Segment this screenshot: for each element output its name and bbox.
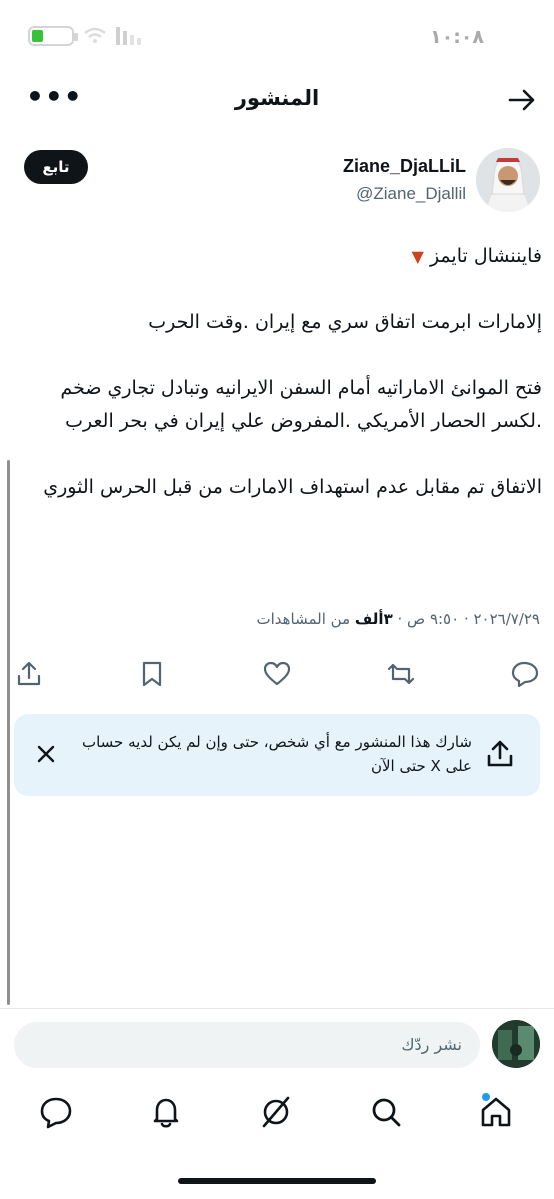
battery-fill	[32, 30, 43, 42]
avatar-image	[476, 148, 540, 212]
notification-dot	[482, 1093, 490, 1101]
bookmark-icon[interactable]	[137, 659, 167, 689]
share-prompt-card[interactable]: شارك هذا المنشور مع أي شخص، حتى وإن لم ي…	[14, 714, 540, 796]
search-icon[interactable]	[368, 1094, 404, 1130]
tweet-date: ٢٠٢٦/٧/٢٩ · ٩:٥٠ ص ·	[392, 610, 540, 628]
avatar[interactable]	[492, 1020, 540, 1068]
avatar[interactable]	[476, 148, 540, 212]
tweet-paragraph: الاتفاق تم مقابل عدم استهداف الامارات من…	[43, 476, 542, 498]
reply-icon[interactable]	[510, 659, 540, 689]
action-bar	[0, 655, 554, 695]
tweet-paragraph: إلامارات ابرمت اتفاق سري مع إيران .وقت ا…	[148, 311, 542, 333]
author-row: Ziane_DjaLLiL @Ziane_Djallil تابع	[0, 144, 554, 224]
tweet-source: فايننشال تايمز	[429, 245, 542, 267]
close-icon[interactable]	[34, 742, 58, 766]
status-bar: ١٠:٠٨	[0, 0, 554, 70]
home-indicator	[178, 1178, 376, 1184]
views-count[interactable]: ٣ألف	[355, 610, 393, 628]
battery-knob	[74, 33, 78, 41]
share-prompt-text: شارك هذا المنشور مع أي شخص، حتى وإن لم ي…	[81, 733, 472, 775]
wifi-icon	[84, 27, 106, 43]
battery-icon	[28, 26, 78, 46]
tab-bar	[0, 1088, 554, 1144]
like-icon[interactable]	[262, 659, 292, 689]
follow-button[interactable]: تابع	[24, 150, 88, 184]
divider	[0, 1008, 554, 1009]
red-triangle-icon: ▼	[411, 247, 424, 266]
tweet-meta: ٢٠٢٦/٧/٢٩ · ٩:٥٠ ص · ٣ألف من المشاهدات	[0, 610, 554, 628]
retweet-icon[interactable]	[386, 659, 416, 689]
signal-icon	[116, 27, 141, 45]
views-label: من المشاهدات	[256, 610, 355, 628]
avatar-image	[492, 1020, 540, 1068]
share-icon[interactable]	[14, 659, 44, 689]
page-title: المنشور	[234, 86, 320, 110]
reply-input[interactable]: نشر ردّك	[14, 1022, 480, 1068]
reply-bar: نشر ردّك	[0, 1018, 554, 1074]
status-left	[28, 26, 144, 46]
scrollbar[interactable]	[7, 460, 10, 1005]
author-handle[interactable]: @Ziane_Djallil	[356, 184, 466, 204]
grok-icon[interactable]	[258, 1094, 294, 1130]
notifications-icon[interactable]	[148, 1094, 184, 1130]
arrow-right-icon[interactable]	[506, 84, 538, 116]
nav-bar: ••• المنشور	[0, 78, 554, 124]
tweet-source-line: فايننشال تايمز ▼	[14, 240, 542, 273]
messages-icon[interactable]	[38, 1094, 74, 1130]
tweet-body: فايننشال تايمز ▼ إلامارات ابرمت اتفاق سر…	[14, 240, 542, 537]
tweet-paragraph: فتح الموانئ الاماراتيه أمام السفن الايرا…	[60, 377, 542, 432]
status-time: ١٠:٠٨	[430, 26, 484, 48]
share-icon[interactable]	[484, 738, 516, 770]
author-name[interactable]: Ziane_DjaLLiL	[343, 156, 466, 177]
